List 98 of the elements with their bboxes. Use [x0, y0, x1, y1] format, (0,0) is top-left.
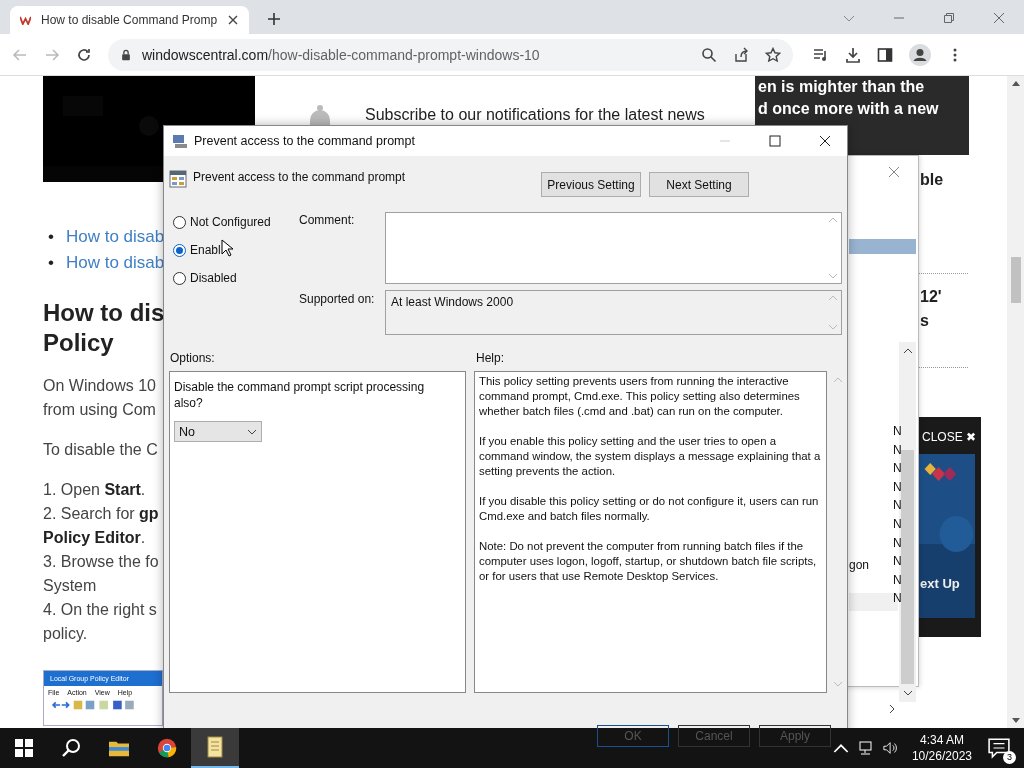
close-icon[interactable] — [227, 14, 240, 26]
paragraph-text: 1. Open Start. — [43, 480, 146, 500]
paragraph-text: from using Com — [43, 400, 156, 420]
scroll-icon — [204, 736, 226, 758]
help-text: Note: Do not prevent the computer from running batch files if the computer uses logon, logoff, startup, or shutdown batch file scripts, or for users that use Remote Desktop Services. — [479, 539, 818, 584]
banner-text: d once more with a new — [758, 99, 940, 119]
supported-label: Supported on: — [299, 292, 375, 306]
scrollbar-thumb[interactable] — [1010, 257, 1021, 303]
paragraph-text: 3. Browse the fo — [43, 552, 159, 572]
network-icon[interactable] — [857, 741, 874, 755]
site-logo-icon — [20, 15, 31, 25]
scroll-down-icon[interactable] — [1011, 718, 1020, 724]
scroll-down-icon[interactable] — [902, 690, 913, 696]
address-bar[interactable]: windowscentral.com/how-disable-command-prompt-windows-10 — [108, 38, 793, 71]
article-link[interactable]: How to disab — [65, 224, 165, 250]
paragraph-text: To disable the C — [43, 440, 158, 460]
download-icon[interactable] — [845, 46, 861, 63]
reload-icon[interactable] — [76, 46, 92, 63]
mouse-cursor-icon — [221, 239, 233, 257]
setting-nav-button[interactable]: Previous Setting — [541, 172, 641, 197]
scroll-up-icon[interactable] — [1011, 80, 1020, 86]
maximize-icon[interactable] — [769, 135, 781, 147]
tab-title: How to disable Command Promp — [41, 13, 218, 27]
radio-button[interactable] — [173, 215, 186, 229]
help-text: If you disable this policy setting or do not configure it, users can run Cmd.exe and batch files normally. — [479, 494, 820, 524]
restore-icon[interactable] — [943, 12, 955, 24]
clock-date[interactable]: 10/26/2023 — [911, 748, 972, 764]
radio-button[interactable] — [173, 243, 186, 257]
heading-text: How to dis — [43, 298, 165, 328]
column-text: N — [893, 460, 902, 478]
caret-icon — [247, 428, 257, 435]
radio-label[interactable]: Not Configured — [190, 215, 271, 229]
bullet-text: • — [48, 252, 54, 274]
chrome-icon[interactable] — [157, 738, 177, 758]
comment-label: Comment: — [299, 213, 355, 227]
heading-text: Policy — [43, 328, 114, 358]
new-tab-icon[interactable] — [267, 12, 282, 26]
search-icon[interactable] — [701, 46, 717, 63]
column-text: N — [893, 478, 902, 496]
radio-label[interactable]: Enabl — [190, 243, 221, 257]
clock-time[interactable]: 4:34 AM — [919, 732, 964, 748]
policy-icon — [169, 170, 187, 188]
banner-text: en is mighter than the — [758, 77, 926, 97]
notification-badge: 3 — [1003, 751, 1016, 764]
subscribe-text: Subscribe to our notifications for the latest news — [365, 106, 705, 124]
paragraph-text: 4. On the right s — [43, 600, 157, 620]
options-label: Options: — [169, 351, 216, 365]
column-text: N — [893, 441, 902, 459]
next-up-label[interactable]: ext Up — [919, 572, 975, 595]
supported-value: At least Windows 2000 — [391, 294, 515, 311]
volume-icon[interactable] — [882, 741, 899, 755]
bullet-text: • — [48, 226, 54, 248]
profile-icon[interactable] — [909, 43, 931, 66]
list-item-text: gon — [849, 558, 870, 572]
ad-close-button[interactable]: CLOSE ✖ — [917, 417, 981, 454]
notification-icon[interactable] — [988, 737, 1010, 759]
scroll-right-icon[interactable] — [889, 704, 895, 714]
side-panel-icon[interactable] — [877, 46, 893, 63]
windows-start-icon[interactable] — [15, 739, 33, 757]
help-label: Help: — [476, 351, 504, 365]
radio-button[interactable] — [173, 271, 186, 285]
taskbar-app-button[interactable] — [191, 728, 239, 768]
paragraph-text: policy. — [43, 624, 88, 644]
close-icon[interactable] — [819, 135, 831, 147]
help-text: If you enable this policy setting and the user tries to open a command window, the system displays a message explaining that a setting prevents the action. — [479, 434, 822, 479]
computer-icon — [172, 133, 188, 149]
setting-name: Prevent access to the command prompt — [193, 170, 407, 184]
column-text: N — [893, 515, 902, 533]
share-icon[interactable] — [733, 46, 749, 63]
column-text: N — [893, 590, 902, 608]
url-path: /how-disable-command-prompt-windows-10 — [268, 46, 540, 63]
radio-label[interactable]: Disabled — [190, 271, 237, 285]
article-link[interactable]: How to disab — [65, 250, 165, 276]
option-prompt: Disable the command prompt script processing also? — [174, 379, 426, 411]
column-text: N — [893, 497, 902, 515]
side-heading-text: ble — [920, 171, 944, 189]
side-heading-text: s — [920, 312, 929, 330]
paragraph-text: 2. Search for gp — [43, 504, 159, 524]
window-title: Prevent access to the command prompt — [194, 134, 415, 148]
paragraph-text: On Windows 10 — [43, 376, 156, 396]
column-text: N — [893, 571, 902, 589]
url-host: windowscentral.com — [142, 46, 269, 63]
setting-nav-button[interactable]: Next Setting — [649, 172, 749, 197]
column-text: N — [893, 534, 902, 552]
browser-tab[interactable]: How to disable Command Promp — [10, 6, 250, 34]
side-heading-text: 12' — [920, 288, 942, 306]
star-icon[interactable] — [765, 46, 781, 63]
scrollbar-thumb[interactable] — [901, 450, 914, 684]
help-text: This policy setting prevents users from running the interactive command prompt, Cmd.exe. This policy setting also determines whether batch files (.cmd and .bat) can run on the computer. — [479, 374, 801, 419]
column-text: N — [893, 553, 902, 571]
column-text: N — [893, 423, 902, 440]
media-icon[interactable] — [813, 46, 829, 63]
paragraph-text: Policy Editor. — [43, 528, 146, 548]
scroll-up-icon[interactable] — [902, 348, 913, 354]
paragraph-text: System — [43, 576, 97, 596]
option-dropdown[interactable]: No — [174, 421, 262, 442]
search-icon[interactable] — [61, 738, 81, 758]
lock-icon — [120, 48, 132, 61]
